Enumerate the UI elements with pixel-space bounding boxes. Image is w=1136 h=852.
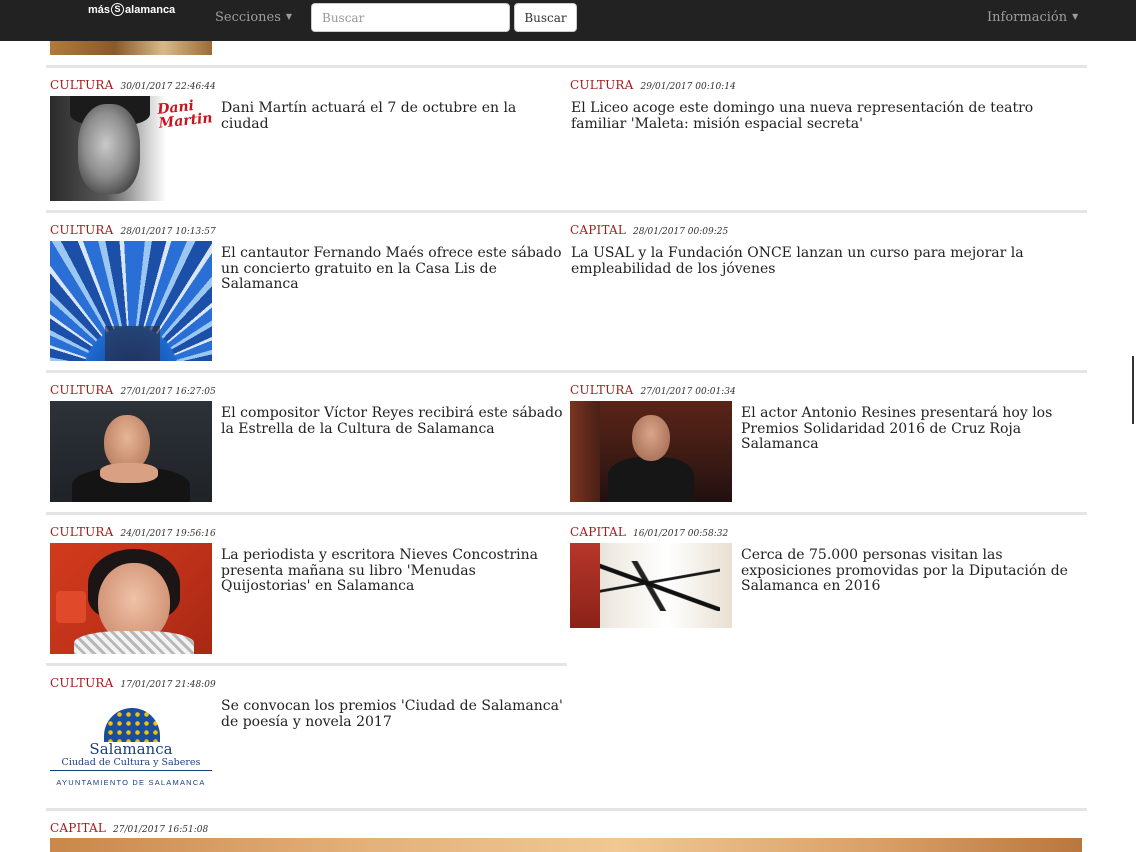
- article-card: CULTURA 17/01/2017 21:48:09 Salamanca Ciu…: [46, 663, 567, 809]
- category-link[interactable]: CAPITAL: [570, 525, 626, 539]
- search-input[interactable]: [311, 3, 510, 32]
- article-meta: CULTURA 17/01/2017 21:48:09: [50, 672, 216, 691]
- article-card: CULTURA 27/01/2017 00:01:34 El actor Anto…: [566, 370, 1087, 512]
- salamanca-logo-footer: AYUNTAMIENTO DE SALAMANCA: [56, 778, 206, 787]
- thumb-shape: [105, 326, 160, 361]
- logo-s-mark: S: [111, 3, 125, 16]
- article-thumbnail[interactable]: [570, 543, 732, 628]
- article-headline[interactable]: La periodista y escritora Nieves Concost…: [221, 547, 566, 595]
- article-headline[interactable]: El compositor Víctor Reyes recibirá este…: [221, 405, 566, 437]
- article-date: 27/01/2017 00:01:34: [640, 387, 736, 397]
- article-date: 27/01/2017 16:51:08: [113, 825, 209, 835]
- previous-article-image[interactable]: [50, 41, 212, 55]
- thumb-shape: [600, 561, 720, 611]
- article-card: CULTURA 27/01/2017 16:27:05 El compositor…: [46, 370, 567, 512]
- article-headline[interactable]: Dani Martín actuará el 7 de octubre en l…: [221, 100, 566, 132]
- salamanca-logo-name: Salamanca: [89, 740, 173, 758]
- thumb-shape: [570, 543, 600, 628]
- category-link[interactable]: CULTURA: [50, 525, 114, 539]
- salamanca-logo-subtitle: Ciudad de Cultura y Saberes: [50, 758, 212, 771]
- site-logo[interactable]: más S alamanca: [88, 3, 175, 16]
- thumb-shape: [608, 457, 694, 502]
- article-meta: CULTURA 28/01/2017 10:13:57: [50, 219, 216, 238]
- informacion-label: Información: [987, 10, 1068, 25]
- article-headline[interactable]: Cerca de 75.000 personas visitan las exp…: [741, 547, 1086, 595]
- thumb-shape: [74, 631, 194, 654]
- thumb-shape: [570, 401, 600, 502]
- article-date: 16/01/2017 00:58:32: [633, 529, 729, 539]
- article-meta: CAPITAL 28/01/2017 00:09:25: [570, 219, 728, 238]
- article-thumbnail[interactable]: [50, 543, 212, 654]
- article-card: CAPITAL 16/01/2017 00:58:32 Cerca de 75.0…: [566, 512, 1087, 664]
- scrollbar-thumb[interactable]: [1132, 356, 1134, 424]
- article-meta: CAPITAL 27/01/2017 16:51:08: [50, 817, 208, 836]
- article-card: CAPITAL 28/01/2017 00:09:25 La USAL y la …: [566, 210, 1087, 370]
- article-date: 27/01/2017 16:27:05: [120, 387, 216, 397]
- article-date: 28/01/2017 00:09:25: [633, 227, 729, 237]
- dani-martin-logo: Dani Martin: [156, 98, 212, 132]
- category-link[interactable]: CULTURA: [570, 78, 634, 92]
- article-headline[interactable]: La USAL y la Fundación ONCE lanzan un cu…: [571, 245, 1085, 277]
- article-headline[interactable]: El cantautor Fernando Maés ofrece este s…: [221, 245, 566, 293]
- article-headline[interactable]: El Liceo acoge este domingo una nueva re…: [571, 100, 1085, 132]
- caret-down-icon: ▼: [285, 12, 293, 21]
- article-meta: CULTURA 29/01/2017 00:10:14: [570, 74, 736, 93]
- search-button[interactable]: Buscar: [514, 3, 577, 32]
- category-link[interactable]: CULTURA: [50, 78, 114, 92]
- category-link[interactable]: CULTURA: [50, 223, 114, 237]
- category-link[interactable]: CULTURA: [50, 676, 114, 690]
- article-meta: CAPITAL 16/01/2017 00:58:32: [570, 521, 728, 540]
- logo-suffix: alamanca: [125, 3, 176, 16]
- article-card: CULTURA 30/01/2017 22:46:44 Dani Martin D…: [46, 65, 567, 211]
- article-date: 30/01/2017 22:46:44: [120, 82, 216, 92]
- article-meta: CULTURA 27/01/2017 00:01:34: [570, 379, 736, 398]
- thumb-shape: [100, 463, 158, 483]
- category-link[interactable]: CULTURA: [50, 383, 114, 397]
- category-link[interactable]: CAPITAL: [570, 223, 626, 237]
- article-thumbnail[interactable]: [50, 401, 212, 502]
- article-thumbnail[interactable]: Dani Martin: [50, 96, 212, 201]
- article-meta: CULTURA 24/01/2017 19:56:16: [50, 521, 216, 540]
- article-thumbnail[interactable]: Salamanca Ciudad de Cultura y Saberes AY…: [50, 694, 212, 798]
- salamanca-logo-dome: [104, 708, 160, 742]
- logo-prefix: más: [88, 3, 111, 16]
- article-date: 24/01/2017 19:56:16: [120, 529, 216, 539]
- article-card: CULTURA 24/01/2017 19:56:16 La periodista…: [46, 512, 567, 664]
- caret-down-icon: ▼: [1072, 12, 1079, 21]
- thumb-shape: [632, 415, 670, 461]
- article-thumbnail[interactable]: [570, 401, 732, 502]
- article-date: 17/01/2017 21:48:09: [120, 680, 216, 690]
- article-headline[interactable]: Se convocan los premios 'Ciudad de Salam…: [221, 698, 566, 730]
- article-thumbnail[interactable]: [50, 241, 212, 361]
- thumb-shape: [78, 104, 140, 194]
- article-headline[interactable]: El actor Antonio Resines presentará hoy …: [741, 405, 1086, 453]
- secciones-label: Secciones: [215, 10, 281, 25]
- thumb-shape: [56, 591, 86, 623]
- article-date: 29/01/2017 00:10:14: [640, 82, 736, 92]
- article-meta: CULTURA 27/01/2017 16:27:05: [50, 379, 216, 398]
- secciones-dropdown[interactable]: Secciones ▼: [215, 10, 292, 25]
- article-meta: CULTURA 30/01/2017 22:46:44: [50, 74, 216, 93]
- article-banner-image[interactable]: [50, 838, 1082, 852]
- category-link[interactable]: CULTURA: [570, 383, 634, 397]
- informacion-dropdown[interactable]: Información ▼: [987, 10, 1078, 25]
- article-card: CULTURA 28/01/2017 10:13:57 El cantautor …: [46, 210, 567, 370]
- category-link[interactable]: CAPITAL: [50, 821, 106, 835]
- article-card: CULTURA 29/01/2017 00:10:14 El Liceo acog…: [566, 65, 1087, 211]
- article-date: 28/01/2017 10:13:57: [120, 227, 216, 237]
- top-navbar: más S alamanca Secciones ▼ Buscar Informa…: [0, 0, 1136, 41]
